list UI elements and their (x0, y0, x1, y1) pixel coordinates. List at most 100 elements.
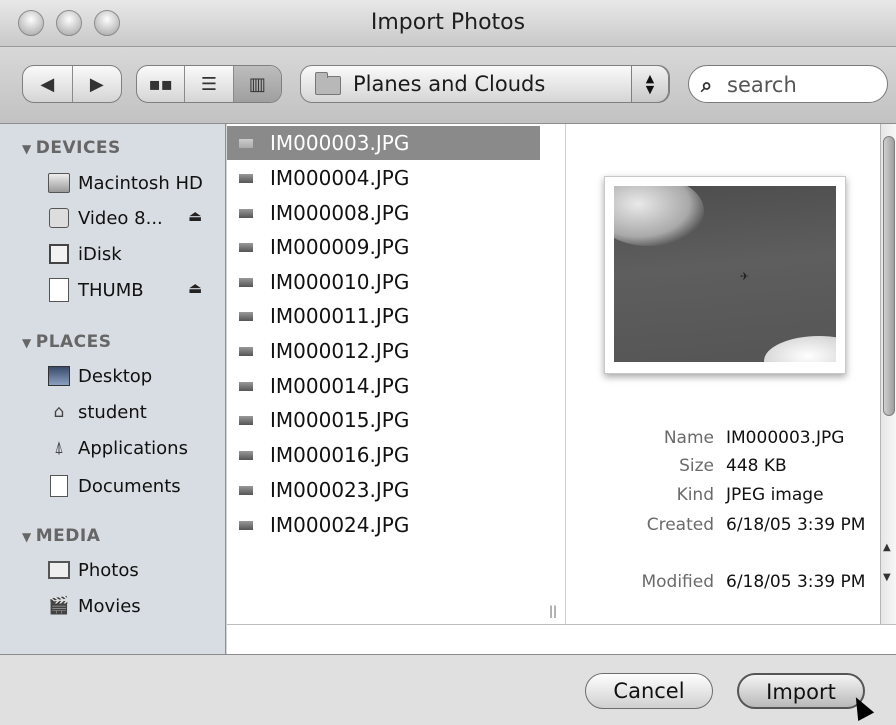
sidebar-item-label: Macintosh HD (78, 172, 203, 194)
sidebar-item-macintosh-hd[interactable]: Macintosh HD (48, 167, 203, 199)
column-view-icon: ▥ (248, 73, 266, 95)
eject-icon[interactable]: ⏏ (188, 207, 202, 225)
meta-value: JPEG image (726, 485, 824, 505)
sidebar-item-desktop[interactable]: Desktop (48, 360, 152, 392)
sidebar-item-video[interactable]: Video 8... (48, 202, 163, 234)
file-row[interactable]: IM000011.JPG (227, 299, 540, 333)
meta-created: Created 6/18/05 3:39 PM (586, 511, 876, 567)
sidebar-item-movies[interactable]: 🎬 Movies (48, 590, 141, 622)
disclosure-triangle-icon: ▼ (22, 530, 32, 544)
title-bar: Import Photos (0, 0, 896, 47)
meta-key: Modified (641, 572, 714, 592)
sidebar-item-applications[interactable]: ⍋ Applications (48, 432, 188, 464)
image-thumbnail-icon (239, 520, 253, 530)
sidebar-item-documents[interactable]: Documents (48, 470, 181, 502)
image-thumbnail-icon (239, 173, 253, 183)
image-thumbnail-icon (239, 208, 253, 218)
file-row[interactable]: IM000016.JPG (227, 438, 540, 472)
scrollbar-thumb[interactable] (883, 136, 895, 416)
back-button[interactable]: ◀ (23, 66, 72, 102)
file-row[interactable]: IM000008.JPG (227, 196, 540, 230)
video-drive-icon (48, 207, 70, 229)
file-row[interactable]: IM000024.JPG (227, 508, 540, 542)
meta-value: 448 KB (726, 456, 787, 476)
search-field[interactable]: ⌕ (688, 65, 888, 103)
file-row[interactable]: IM000012.JPG (227, 334, 540, 368)
sidebar-section-devices[interactable]: ▼ DEVICES (22, 138, 121, 158)
desktop-icon (48, 365, 70, 387)
triangle-right-icon: ▶ (89, 73, 104, 95)
meta-key: Created (646, 515, 714, 535)
list-view-button[interactable]: ☰ (184, 66, 232, 102)
dialog-footer: Cancel Import (0, 654, 896, 725)
image-thumbnail-icon (239, 485, 253, 495)
file-row[interactable]: IM000004.JPG (227, 161, 540, 195)
cancel-button[interactable]: Cancel (585, 673, 713, 709)
forward-button[interactable]: ▶ (71, 66, 122, 102)
meta-key: Kind (676, 485, 714, 505)
meta-value: 6/18/05 3:39 PM (726, 515, 866, 535)
popup-arrows-icon: ▲ ▼ (631, 65, 669, 103)
search-icon: ⌕ (701, 73, 713, 97)
sidebar-item-label: THUMB (78, 279, 144, 301)
search-input[interactable] (725, 69, 879, 101)
import-photos-dialog: Import Photos ◀ ▶ ▪▪ ☰ ▥ Planes and Clou… (0, 0, 896, 725)
image-thumbnail-icon (239, 346, 253, 356)
file-row[interactable]: IM000015.JPG (227, 403, 540, 437)
vertical-scrollbar[interactable]: ▲ ▼ (880, 124, 896, 624)
sidebar-item-thumb[interactable]: THUMB (48, 274, 144, 306)
preview-image: ✈ (614, 186, 836, 362)
image-thumbnail-icon (239, 415, 253, 425)
file-row[interactable]: IM000023.JPG (227, 473, 540, 507)
meta-kind: Kind JPEG image (586, 481, 876, 509)
location-label: Planes and Clouds (353, 72, 546, 96)
home-icon: ⌂ (53, 402, 65, 422)
sidebar-item-photos[interactable]: Photos (48, 554, 139, 586)
triangle-left-icon: ◀ (40, 73, 55, 95)
sidebar-item-label: student (78, 401, 147, 423)
scroll-up-icon[interactable]: ▲ (883, 542, 891, 553)
sidebar-section-media[interactable]: ▼ MEDIA (22, 526, 100, 546)
hard-drive-icon (48, 172, 70, 194)
sidebar-item-idisk[interactable]: iDisk (48, 238, 122, 270)
column-resize-handle[interactable]: || (540, 124, 566, 624)
import-button[interactable]: Import (737, 673, 865, 709)
eject-icon[interactable]: ⏏ (188, 279, 202, 297)
icon-view-icon: ▪▪ (148, 73, 173, 95)
applications-icon: ⍋ (53, 438, 65, 458)
file-row[interactable]: IM000014.JPG (227, 369, 540, 403)
airplane-icon: ✈ (740, 270, 750, 283)
photos-icon (48, 559, 70, 581)
image-thumbnail-icon (239, 242, 253, 252)
scroll-down-icon[interactable]: ▼ (883, 572, 891, 583)
file-row[interactable]: IM000009.JPG (227, 230, 540, 264)
meta-size: Size 448 KB (586, 452, 876, 480)
preview-pane: ✈ Name IM000003.JPG Size 448 KB Kind JPE… (566, 124, 880, 624)
image-thumbnail-icon (239, 450, 253, 460)
photo-preview: ✈ (604, 176, 846, 374)
meta-key: Name (663, 428, 714, 448)
meta-modified: Modified 6/18/05 3:39 PM (586, 568, 876, 624)
column-view-button[interactable]: ▥ (232, 66, 281, 102)
horizontal-scrollbar[interactable] (227, 624, 896, 654)
sidebar-item-label: Photos (78, 559, 139, 581)
folder-icon (315, 72, 341, 95)
meta-value: 6/18/05 3:39 PM (726, 572, 866, 592)
resize-grip-icon: || (549, 604, 558, 618)
back-forward-control: ◀ ▶ (22, 65, 122, 103)
icon-view-button[interactable]: ▪▪ (137, 66, 184, 102)
file-list-column: IM000003.JPG IM000004.JPG IM000008.JPG I… (227, 124, 540, 624)
sidebar-item-label: Movies (78, 595, 141, 617)
sidebar-item-student[interactable]: ⌂ student (48, 396, 147, 428)
sidebar-item-label: Video 8... (78, 207, 163, 229)
file-row[interactable]: IM000010.JPG (227, 265, 540, 299)
toolbar: ◀ ▶ ▪▪ ☰ ▥ Planes and Clouds ▲ ▼ ⌕ (0, 47, 896, 124)
location-popup[interactable]: Planes and Clouds ▲ ▼ (300, 65, 670, 103)
view-mode-control: ▪▪ ☰ ▥ (136, 65, 282, 103)
sidebar-section-places[interactable]: ▼ PLACES (22, 332, 112, 352)
image-thumbnail-icon (239, 381, 253, 391)
disclosure-triangle-icon: ▼ (22, 336, 32, 350)
image-thumbnail-icon (239, 277, 253, 287)
image-thumbnail-icon (239, 311, 253, 321)
file-row[interactable]: IM000003.JPG (227, 126, 540, 160)
